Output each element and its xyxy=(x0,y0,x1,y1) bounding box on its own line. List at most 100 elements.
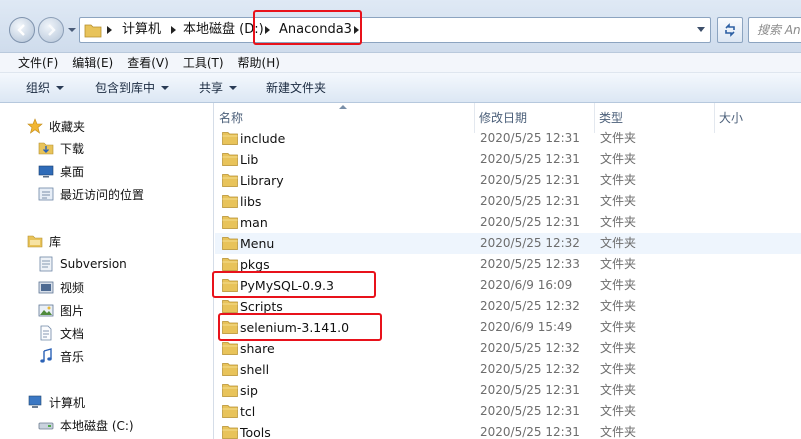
recent-pages-dropdown-icon[interactable] xyxy=(67,26,77,34)
breadcrumb-anaconda3[interactable]: Anaconda3 xyxy=(279,18,352,42)
chevron-down-icon xyxy=(697,27,705,32)
new-folder-button[interactable]: 新建文件夹 xyxy=(266,73,326,103)
file-row[interactable]: libs 2020/5/25 12:31 文件夹 xyxy=(215,191,801,212)
file-date-modified: 2020/5/25 12:32 xyxy=(480,362,580,376)
folder-icon xyxy=(222,321,238,334)
menu-file[interactable]: 文件(F) xyxy=(18,54,58,71)
search-input[interactable]: 搜索 Anaconda3 xyxy=(748,17,801,43)
menu-bar: 文件(F) 编辑(E) 查看(V) 工具(T) 帮助(H) xyxy=(0,53,801,73)
file-row[interactable]: Library 2020/5/25 12:31 文件夹 xyxy=(215,170,801,191)
file-row[interactable]: man 2020/5/25 12:31 文件夹 xyxy=(215,212,801,233)
nav-item-music[interactable]: 音乐 xyxy=(38,345,84,367)
nav-computer[interactable]: 计算机 xyxy=(27,391,85,413)
folder-icon xyxy=(84,24,102,38)
file-name: shell xyxy=(240,362,270,377)
file-date-modified: 2020/5/25 12:31 xyxy=(480,383,580,397)
file-date-modified: 2020/5/25 12:31 xyxy=(480,425,580,439)
file-type: 文件夹 xyxy=(600,341,637,355)
file-row[interactable]: Scripts 2020/5/25 12:32 文件夹 xyxy=(215,296,801,317)
downloads-folder-icon xyxy=(38,142,54,155)
navigation-pane: 收藏夹 下载 桌面 最近访问的位置 库 Subversion 视频 图片 文档 … xyxy=(0,103,214,439)
nav-item-drive-c[interactable]: 本地磁盘 (C:) xyxy=(38,414,134,436)
menu-help[interactable]: 帮助(H) xyxy=(238,54,280,71)
file-name: selenium-3.141.0 xyxy=(240,320,350,335)
breadcrumb-drive-d[interactable]: 本地磁盘 (D:) xyxy=(183,18,264,42)
address-field[interactable]: 计算机 本地磁盘 (D:) Anaconda3 xyxy=(79,17,711,43)
chevron-down-icon xyxy=(161,85,170,90)
address-bar-row: 计算机 本地磁盘 (D:) Anaconda3 搜索 Anaconda3 xyxy=(0,0,801,53)
folder-icon xyxy=(222,405,238,418)
file-row[interactable]: PyMySQL-0.9.3 2020/6/9 16:09 文件夹 xyxy=(215,275,801,296)
nav-item-subversion[interactable]: Subversion xyxy=(38,253,127,275)
breadcrumb-separator-icon[interactable] xyxy=(265,26,270,34)
nav-item-desktop[interactable]: 桌面 xyxy=(38,160,84,182)
file-date-modified: 2020/6/9 15:49 xyxy=(480,320,573,334)
file-row[interactable]: Menu 2020/5/25 12:32 文件夹 xyxy=(215,233,801,254)
libraries-icon xyxy=(27,235,43,248)
pictures-library-icon xyxy=(38,304,54,317)
command-toolbar: 组织 包含到库中 共享 新建文件夹 xyxy=(0,73,801,103)
folder-icon xyxy=(222,426,238,439)
file-type: 文件夹 xyxy=(600,320,637,334)
folder-icon xyxy=(222,174,238,187)
refresh-button[interactable] xyxy=(717,17,743,43)
file-row[interactable]: include 2020/5/25 12:31 文件夹 xyxy=(215,128,801,149)
breadcrumb-separator-icon[interactable] xyxy=(171,26,176,34)
file-row[interactable]: Lib 2020/5/25 12:31 文件夹 xyxy=(215,149,801,170)
column-header-type-label: 类型 xyxy=(599,111,624,125)
breadcrumb-separator-icon[interactable] xyxy=(354,26,359,34)
file-type: 文件夹 xyxy=(600,131,637,145)
computer-icon xyxy=(28,395,42,408)
share-button[interactable]: 共享 xyxy=(199,73,238,103)
video-library-icon xyxy=(38,281,54,294)
address-history-dropdown[interactable] xyxy=(694,18,708,42)
file-row[interactable]: pkgs 2020/5/25 12:33 文件夹 xyxy=(215,254,801,275)
file-type: 文件夹 xyxy=(600,194,637,208)
nav-item-pictures[interactable]: 图片 xyxy=(38,299,84,321)
folder-icon xyxy=(222,153,238,166)
folder-icon xyxy=(222,300,238,313)
file-type: 文件夹 xyxy=(600,425,637,439)
file-type: 文件夹 xyxy=(600,257,637,271)
organize-button[interactable]: 组织 xyxy=(26,73,65,103)
menu-view[interactable]: 查看(V) xyxy=(127,54,169,71)
menu-edit[interactable]: 编辑(E) xyxy=(72,54,113,71)
nav-favorites[interactable]: 收藏夹 xyxy=(27,115,85,137)
forward-button[interactable] xyxy=(38,17,64,43)
file-name: sip xyxy=(240,383,258,398)
nav-item-videos[interactable]: 视频 xyxy=(38,276,84,298)
file-row[interactable]: Tools 2020/5/25 12:31 文件夹 xyxy=(215,422,801,439)
documents-library-icon xyxy=(40,325,52,341)
file-row[interactable]: sip 2020/5/25 12:31 文件夹 xyxy=(215,380,801,401)
chevron-down-icon xyxy=(229,85,238,90)
nav-item-documents[interactable]: 文档 xyxy=(38,322,84,344)
back-button[interactable] xyxy=(9,17,35,43)
file-row[interactable]: share 2020/5/25 12:32 文件夹 xyxy=(215,338,801,359)
nav-item-recent-places[interactable]: 最近访问的位置 xyxy=(38,183,144,205)
nav-libraries-label: 库 xyxy=(49,234,62,249)
file-row[interactable]: shell 2020/5/25 12:32 文件夹 xyxy=(215,359,801,380)
file-row[interactable]: tcl 2020/5/25 12:31 文件夹 xyxy=(215,401,801,422)
nav-item-downloads[interactable]: 下载 xyxy=(38,137,84,159)
include-in-library-button[interactable]: 包含到库中 xyxy=(95,73,170,103)
arrow-right-icon xyxy=(48,24,56,36)
file-type: 文件夹 xyxy=(600,173,637,187)
nav-item-label: 音乐 xyxy=(60,349,85,364)
breadcrumb-computer[interactable]: 计算机 xyxy=(122,18,161,42)
breadcrumb-separator-icon[interactable] xyxy=(107,26,112,34)
music-note-icon xyxy=(40,348,52,363)
file-name: share xyxy=(240,341,275,356)
folder-icon xyxy=(222,216,238,229)
nav-item-label: 图片 xyxy=(60,303,85,318)
folder-icon xyxy=(222,258,238,271)
file-date-modified: 2020/5/25 12:32 xyxy=(480,299,580,313)
file-row[interactable]: selenium-3.141.0 2020/6/9 15:49 文件夹 xyxy=(215,317,801,338)
menu-tools[interactable]: 工具(T) xyxy=(183,54,224,71)
file-type: 文件夹 xyxy=(600,152,637,166)
nav-libraries[interactable]: 库 xyxy=(27,230,61,252)
recent-places-icon xyxy=(38,187,54,201)
file-type: 文件夹 xyxy=(600,278,637,292)
chevron-down-icon xyxy=(56,85,65,90)
file-name: PyMySQL-0.9.3 xyxy=(240,278,334,293)
file-name: include xyxy=(240,131,286,146)
